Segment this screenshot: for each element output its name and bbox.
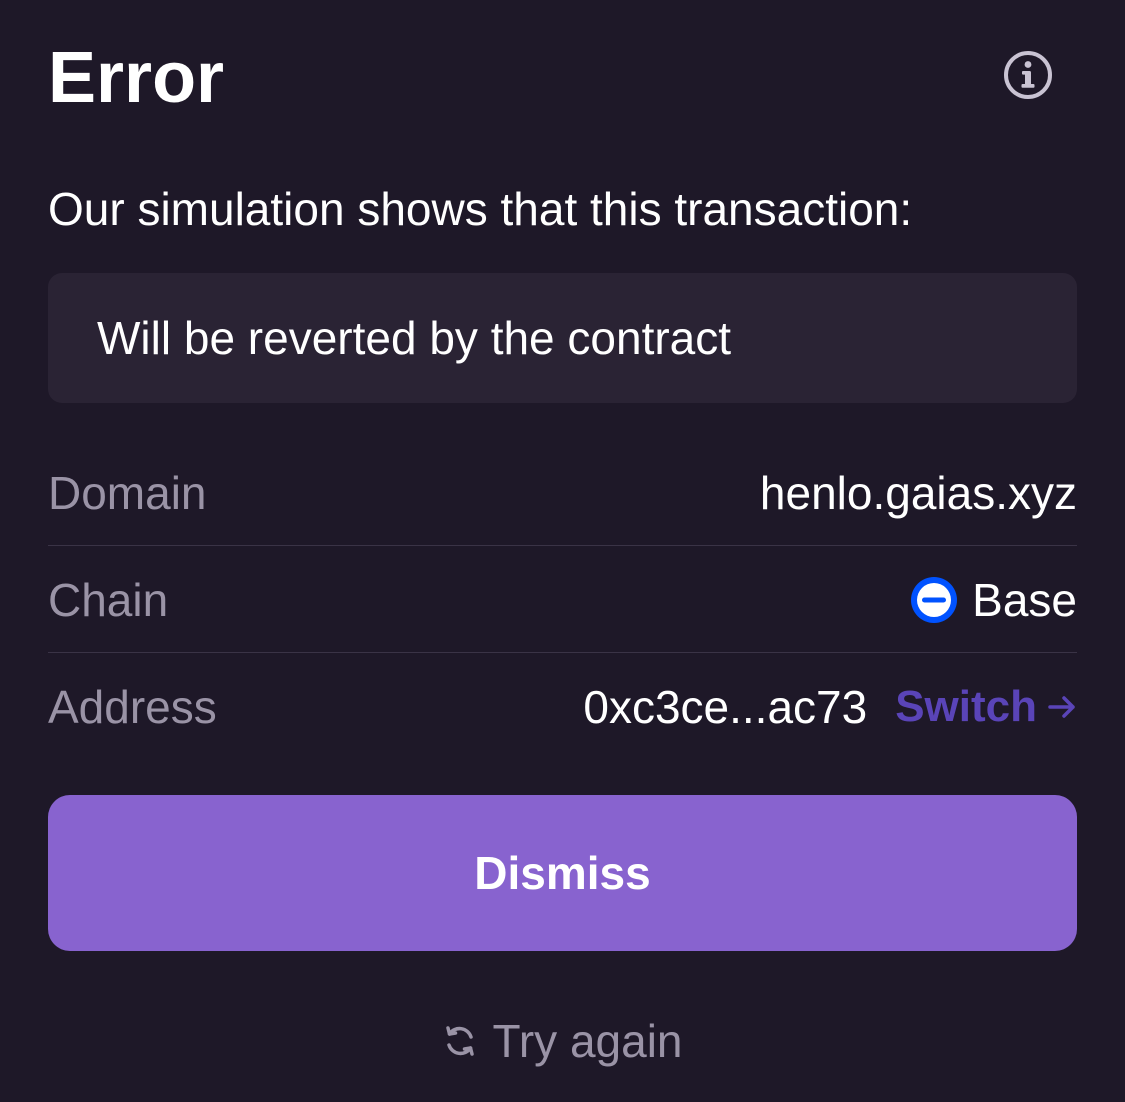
address-row: Address 0xc3ce...ac73 Switch	[48, 654, 1077, 760]
simulation-result-box: Will be reverted by the contract	[48, 273, 1077, 403]
simulation-intro: Our simulation shows that this transacti…	[48, 183, 913, 235]
simulation-result-text: Will be reverted by the contract	[97, 312, 732, 364]
chain-label: Chain	[48, 574, 169, 626]
domain-label: Domain	[48, 467, 207, 519]
try-again-label: Try again	[492, 1015, 683, 1067]
chain-row: Chain Base	[48, 547, 1077, 653]
try-again-button[interactable]: Try again	[0, 1010, 1125, 1072]
info-circle-icon	[1004, 51, 1052, 99]
info-button[interactable]	[1003, 50, 1053, 100]
address-value-wrap: 0xc3ce...ac73 Switch	[583, 654, 1077, 760]
base-chain-icon	[911, 577, 958, 623]
address-value: 0xc3ce...ac73	[583, 681, 868, 733]
dismiss-label: Dismiss	[474, 847, 651, 899]
chain-value: Base	[972, 574, 1077, 626]
switch-label: Switch	[895, 682, 1037, 731]
chain-value-wrap: Base	[910, 547, 1077, 653]
domain-value-wrap: henlo.gaias.xyz	[760, 440, 1077, 546]
refresh-icon	[446, 1026, 475, 1056]
dismiss-button[interactable]: Dismiss	[48, 795, 1077, 951]
page-title: Error	[48, 38, 225, 118]
domain-value: henlo.gaias.xyz	[759, 467, 1077, 519]
arrow-right-icon	[1048, 696, 1075, 718]
address-label: Address	[48, 681, 217, 733]
domain-row: Domain henlo.gaias.xyz	[48, 440, 1077, 546]
switch-address-link[interactable]: Switch	[895, 682, 1077, 732]
